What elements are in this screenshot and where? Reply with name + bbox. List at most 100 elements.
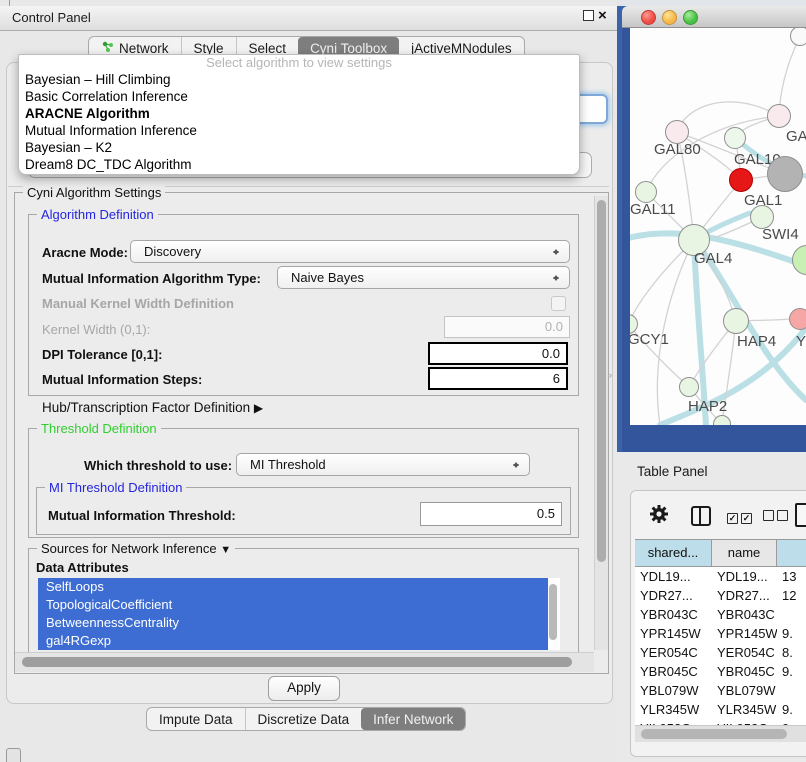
mi-steps-label: Mutual Information Steps:: [42, 372, 202, 387]
network-node[interactable]: [679, 377, 699, 397]
table-rows: YDL19...YDL19...13 YDR27...YDR27...12 YB…: [635, 567, 806, 738]
table-header-row: shared... name: [635, 539, 806, 567]
table-row[interactable]: YDL19...YDL19...13: [635, 567, 806, 586]
combo-arrows-icon: [552, 245, 560, 259]
column-header-partial[interactable]: [777, 540, 806, 566]
float-window-icon[interactable]: [583, 10, 594, 21]
node-label: SWI4: [762, 226, 799, 243]
combo-arrows-icon: [512, 458, 520, 472]
dpi-tolerance-label: DPI Tolerance [0,1]:: [42, 347, 162, 362]
collapse-down-icon: ▼: [220, 544, 231, 556]
attribute-item[interactable]: SelfLoops: [38, 578, 548, 596]
column-header-name[interactable]: name: [712, 540, 777, 566]
node-label: HAP2: [688, 398, 727, 415]
node-label: GAL: [786, 128, 806, 145]
combo-arrows-icon: [552, 271, 560, 285]
minimized-panel-icon[interactable]: [6, 748, 21, 762]
attributes-scrollbar[interactable]: [548, 580, 558, 648]
network-node[interactable]: [790, 28, 806, 46]
threshold-definition-title: Threshold Definition: [37, 421, 161, 436]
network-node[interactable]: [724, 127, 746, 149]
dpi-tolerance-field[interactable]: 0.0: [428, 342, 568, 365]
deselect-all-checkboxes-icon[interactable]: [763, 509, 788, 524]
apply-button[interactable]: Apply: [268, 676, 340, 701]
column-header-shared[interactable]: shared...: [635, 540, 712, 566]
data-attributes-list: SelfLoops TopologicalCoefficient Between…: [38, 578, 560, 650]
minimize-window-button[interactable]: [662, 10, 677, 25]
network-node[interactable]: [767, 156, 803, 192]
aracne-mode-combobox[interactable]: Discovery: [130, 240, 570, 263]
table-row[interactable]: YER054CYER054C8.: [635, 643, 806, 662]
control-panel-titlebar: [0, 6, 617, 31]
algorithm-dropdown-popup: Select algorithm to view settings Bayesi…: [18, 54, 580, 175]
panel-resize-handle[interactable]: ›: [609, 370, 612, 380]
table-row[interactable]: YPR145WYPR145W9.: [635, 624, 806, 643]
settings-vertical-scrollbar[interactable]: [594, 196, 608, 650]
bottom-tabbar: Impute Data Discretize Data Infer Networ…: [146, 707, 466, 731]
network-node[interactable]: [635, 181, 657, 203]
network-node[interactable]: [789, 308, 806, 330]
hub-definition-toggle[interactable]: Hub/Transcription Factor Definition ▶: [42, 400, 263, 415]
table-panel-title: Table Panel: [637, 464, 708, 479]
which-threshold-label: Which threshold to use:: [84, 458, 232, 473]
table-panel-body: ✓✓ shared... name YDL19...YDL19...13 YDR…: [630, 490, 806, 757]
select-all-checkboxes-icon[interactable]: ✓✓: [727, 509, 752, 524]
attribute-item[interactable]: BetweennessCentrality: [38, 614, 548, 632]
zoom-window-button[interactable]: [683, 10, 698, 25]
node-label: Y: [796, 333, 806, 350]
attribute-item[interactable]: TopologicalCoefficient: [38, 596, 548, 614]
mi-algorithm-type-label: Mutual Information Algorithm Type:: [42, 271, 261, 286]
settings-horizontal-scrollbar[interactable]: [15, 652, 594, 672]
table-row[interactable]: YBR045CYBR045C9.: [635, 662, 806, 681]
network-canvas[interactable]: GAL GAL80 GAL10 GAL1 GAL11 GAL4 SWI4 GCY…: [630, 28, 806, 425]
manual-kernel-label: Manual Kernel Width Definition: [42, 296, 234, 311]
data-attributes-label: Data Attributes: [36, 560, 129, 575]
expand-right-icon: ▶: [254, 401, 263, 415]
node-label: GCY1: [630, 331, 669, 348]
manual-kernel-checkbox[interactable]: [551, 296, 566, 311]
table-row[interactable]: YBL079WYBL079W: [635, 681, 806, 700]
tab-discretize-data[interactable]: Discretize Data: [245, 708, 362, 730]
mi-threshold-label: Mutual Information Threshold:: [48, 508, 236, 523]
sources-group-title[interactable]: Sources for Network Inference ▼: [37, 541, 235, 556]
application-root: Control Panel × Network Style Select Cyn…: [0, 0, 806, 762]
control-panel-title: Control Panel: [12, 10, 91, 25]
file-icon[interactable]: [795, 503, 806, 527]
popup-item-dream8[interactable]: Dream8 DC_TDC Algorithm: [19, 156, 579, 173]
table-row[interactable]: YDR27...YDR27...12: [635, 586, 806, 605]
network-node[interactable]: [723, 308, 749, 334]
aracne-mode-label: Aracne Mode:: [42, 245, 128, 260]
popup-item-bayesian-hill-climbing[interactable]: Bayesian – Hill Climbing: [19, 71, 579, 88]
node-label: GAL4: [694, 250, 732, 267]
node-label: GAL80: [654, 141, 701, 158]
attribute-item[interactable]: gal4RGexp: [38, 632, 548, 650]
control-panel: Control Panel × Network Style Select Cyn…: [0, 0, 617, 733]
settings-group-title: Cyni Algorithm Settings: [23, 185, 165, 200]
table-row[interactable]: YBR043CYBR043C: [635, 605, 806, 624]
gear-icon[interactable]: [649, 504, 669, 527]
close-icon[interactable]: ×: [598, 6, 607, 26]
which-threshold-combobox[interactable]: MI Threshold: [236, 453, 530, 476]
kernel-width-field[interactable]: 0.0: [444, 316, 570, 338]
mi-threshold-field[interactable]: 0.5: [420, 502, 562, 526]
close-window-button[interactable]: [641, 10, 656, 25]
network-node-selected[interactable]: [729, 168, 753, 192]
node-label: GAL11: [630, 201, 676, 218]
algorithm-definition-title: Algorithm Definition: [37, 207, 158, 222]
popup-prompt: Select algorithm to view settings: [19, 55, 579, 71]
network-node[interactable]: [767, 104, 791, 128]
mi-algorithm-type-combobox[interactable]: Naive Bayes: [277, 266, 570, 289]
network-view-window[interactable]: GAL GAL80 GAL10 GAL1 GAL11 GAL4 SWI4 GCY…: [622, 6, 806, 452]
table-row[interactable]: YLR345WYLR345W9.: [635, 700, 806, 719]
table-horizontal-scrollbar[interactable]: [635, 725, 806, 742]
popup-item-bayesian-k2[interactable]: Bayesian – K2: [19, 139, 579, 156]
popup-item-mutual-information[interactable]: Mutual Information Inference: [19, 122, 579, 139]
mi-threshold-definition-title: MI Threshold Definition: [45, 480, 186, 495]
tab-infer-network[interactable]: Infer Network: [361, 708, 465, 730]
popup-item-basic-correlation[interactable]: Basic Correlation Inference: [19, 88, 579, 105]
mi-steps-field[interactable]: 6: [428, 367, 568, 390]
split-view-icon[interactable]: [691, 506, 711, 526]
node-label: HAP4: [737, 333, 776, 350]
popup-item-aracne[interactable]: ARACNE Algorithm: [19, 105, 579, 122]
tab-impute-data[interactable]: Impute Data: [147, 708, 245, 730]
